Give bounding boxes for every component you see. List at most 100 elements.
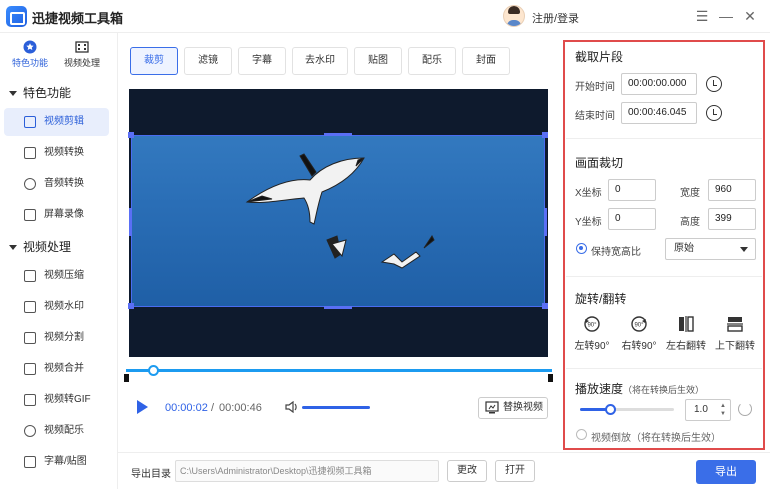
tab-video-processing-label: 视频处理 <box>63 58 100 68</box>
ratio-select[interactable]: 原始 <box>665 238 756 260</box>
sidebar-item-label: 视频分割 <box>44 332 84 343</box>
speed-section-title: 播放速度（将在转换后生效） <box>575 380 704 397</box>
flip-vertical-button[interactable]: 上下翻转 <box>713 315 757 352</box>
sidebar-item-audio-convert[interactable]: 音频转换 <box>4 170 109 198</box>
group-title: 特色功能 <box>23 86 72 100</box>
sidebar-item-video-compress[interactable]: 视频压缩 <box>4 262 109 290</box>
timeline-playhead[interactable] <box>148 365 159 376</box>
sidebar-item-label: 视频配乐 <box>44 425 84 436</box>
stepper-down-icon[interactable]: ▼ <box>720 410 726 418</box>
volume-slider[interactable] <box>302 406 370 409</box>
avatar[interactable] <box>503 5 525 27</box>
height-input[interactable]: 399 <box>708 208 756 230</box>
crop-handle-bottom[interactable] <box>324 306 352 309</box>
tab-filter[interactable]: 滤镜 <box>184 47 232 75</box>
sidebar-item-label: 视频压缩 <box>44 270 84 281</box>
rotate-right-button[interactable]: 90° 右转90° <box>617 315 661 352</box>
rotate-left-button[interactable]: 90° 左转90° <box>570 315 614 352</box>
reset-icon[interactable] <box>738 402 752 416</box>
keep-ratio-radio[interactable] <box>576 243 587 254</box>
width-input[interactable]: 960 <box>708 179 756 201</box>
tab-subtitle[interactable]: 字幕 <box>238 47 286 75</box>
change-button[interactable]: 更改 <box>447 460 487 482</box>
end-time-label: 结束时间 <box>575 111 615 122</box>
divider <box>566 276 762 277</box>
volume-icon[interactable] <box>285 401 299 413</box>
divider <box>566 368 762 369</box>
replace-video-button[interactable]: 替换视频 <box>478 397 548 419</box>
minimize-icon[interactable]: — <box>718 8 734 24</box>
login-link[interactable]: 注册/登录 <box>532 10 579 26</box>
close-icon[interactable]: ✕ <box>742 8 758 24</box>
crop-handle-tr[interactable] <box>542 132 548 138</box>
reverse-note: （将在转换后生效） <box>631 433 721 444</box>
sidebar-item-video-watermark[interactable]: 视频水印 <box>4 293 109 321</box>
crop-section-title: 画面裁切 <box>575 156 624 170</box>
crop-handle-right[interactable] <box>544 208 547 236</box>
sidebar-item-video-edit[interactable]: 视频剪辑 <box>4 108 109 136</box>
speed-slider-handle[interactable] <box>605 404 616 415</box>
tab-cover[interactable]: 封面 <box>462 47 510 75</box>
crop-handle-top[interactable] <box>324 133 352 136</box>
group-header-video-processing[interactable]: 视频处理 <box>9 238 71 255</box>
sidebar-item-video-convert[interactable]: 视频转换 <box>4 139 109 167</box>
flip-horizontal-button[interactable]: 左右翻转 <box>664 315 708 352</box>
caret-down-icon <box>9 245 17 251</box>
sidebar-item-label: 音频转换 <box>44 178 84 189</box>
keep-ratio-label: 保持宽高比 <box>591 247 641 258</box>
sidebar-item-screen-record[interactable]: 屏幕录像 <box>4 201 109 229</box>
menu-icon[interactable]: ☰ <box>694 8 710 24</box>
timeline-start-marker[interactable] <box>124 374 129 382</box>
timeline-track[interactable] <box>126 369 552 372</box>
crop-handle-tl[interactable] <box>128 132 134 138</box>
start-time-input[interactable]: 00:00:00.000 <box>621 73 697 95</box>
svg-text:90°: 90° <box>587 323 597 329</box>
watermark-icon <box>24 301 36 313</box>
tab-remove-watermark[interactable]: 去水印 <box>292 47 348 75</box>
crop-frame[interactable] <box>131 135 545 307</box>
app-title: 迅捷视频工具箱 <box>32 11 124 26</box>
tab-video-processing[interactable]: 视频处理 <box>56 40 108 69</box>
speed-stepper[interactable]: 1.0 ▲ ▼ <box>685 399 731 421</box>
tab-sticker[interactable]: 贴图 <box>354 47 402 75</box>
gif-icon <box>24 394 36 406</box>
y-coord-label: Y坐标 <box>575 217 602 228</box>
sidebar-item-video-split[interactable]: 视频分割 <box>4 324 109 352</box>
y-coord-input[interactable]: 0 <box>608 208 656 230</box>
clock-icon[interactable] <box>706 76 722 92</box>
crop-handle-left[interactable] <box>129 208 132 236</box>
current-time: 00:00:02 <box>165 402 208 414</box>
scissors-icon <box>24 116 36 128</box>
reverse-label: 视频倒放（将在转换后生效） <box>591 429 721 444</box>
clock-icon[interactable] <box>706 105 722 121</box>
crop-handle-br[interactable] <box>542 303 548 309</box>
tab-crop[interactable]: 裁剪 <box>130 47 178 75</box>
sidebar-item-video-to-gif[interactable]: 视频转GIF <box>4 386 109 414</box>
tab-featured[interactable]: 特色功能 <box>4 40 56 69</box>
timeline-end-marker[interactable] <box>548 374 553 382</box>
play-icon[interactable] <box>137 400 148 414</box>
rotate-left-icon: 90° <box>584 316 600 332</box>
export-dir-label: 导出目录 <box>131 469 171 480</box>
split-icon <box>24 332 36 344</box>
rotate-right-icon: 90° <box>631 316 647 332</box>
crop-handle-bl[interactable] <box>128 303 134 309</box>
stepper-up-icon[interactable]: ▲ <box>720 402 726 410</box>
speed-value: 1.0 <box>694 404 708 415</box>
flip-horizontal-label: 左右翻转 <box>666 341 706 352</box>
clip-section-title: 截取片段 <box>575 50 624 64</box>
open-button[interactable]: 打开 <box>495 460 535 482</box>
sidebar-item-label: 视频合并 <box>44 363 84 374</box>
export-path-field[interactable]: C:\Users\Administrator\Desktop\迅捷视频工具箱 <box>175 460 439 482</box>
sidebar-item-subtitle-sticker[interactable]: 字幕/贴图 <box>4 448 109 476</box>
export-button[interactable]: 导出 <box>696 460 756 484</box>
sidebar-item-video-merge[interactable]: 视频合并 <box>4 355 109 383</box>
x-coord-input[interactable]: 0 <box>608 179 656 201</box>
tab-music[interactable]: 配乐 <box>408 47 456 75</box>
sidebar-item-video-music[interactable]: 视频配乐 <box>4 417 109 445</box>
rotate-right-label: 右转90° <box>621 341 657 352</box>
end-time-input[interactable]: 00:00:46.045 <box>621 102 697 124</box>
group-header-featured[interactable]: 特色功能 <box>9 84 71 101</box>
reverse-radio[interactable] <box>576 429 587 440</box>
replace-icon <box>485 401 499 414</box>
